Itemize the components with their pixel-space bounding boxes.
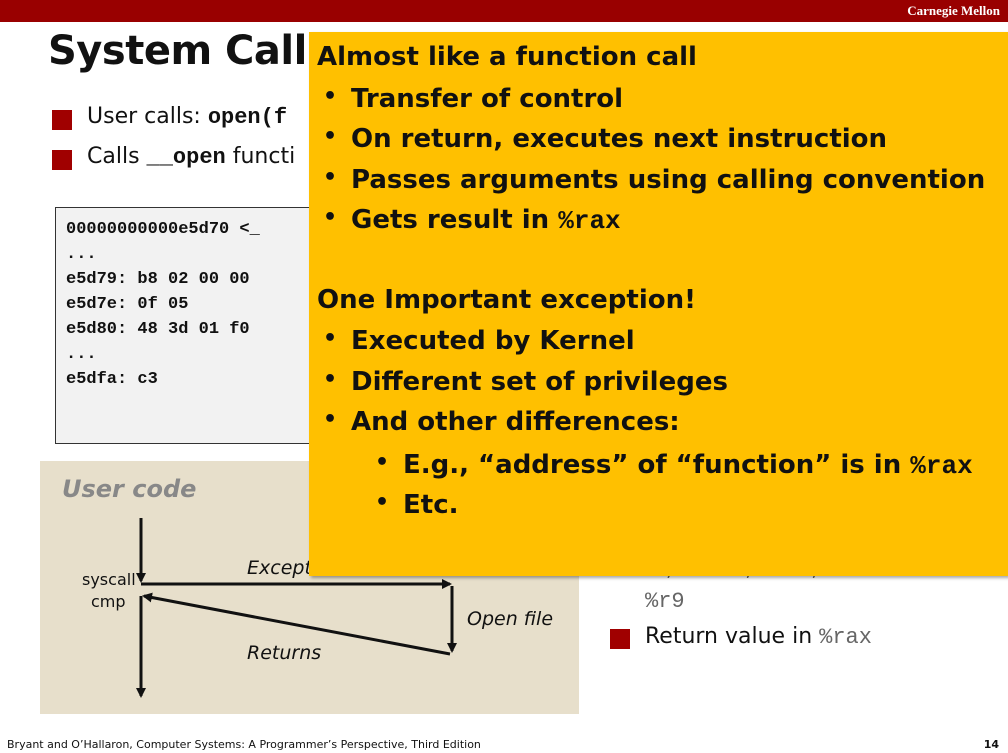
brand-label: Carnegie Mellon: [907, 3, 1000, 18]
bullet-dot-icon: •: [375, 490, 390, 515]
cmp-label: cmp: [91, 592, 126, 611]
bullet-user-calls: User calls: open(f: [87, 104, 287, 130]
bullet-text: User calls:: [87, 104, 208, 129]
bullet-square-icon: [610, 629, 630, 649]
code-line: e5d7e: 0f 05: [66, 295, 189, 314]
callout-item: Transfer of control: [351, 84, 624, 114]
callout-subitem-text: E.g., “address” of “function” is in: [403, 450, 911, 480]
bullet-dot-icon: •: [323, 165, 338, 190]
disassembly-box: 00000000000e5d70 <_ ... e5d79: b8 02 00 …: [55, 207, 327, 444]
callout-heading-exception: One Important exception!: [317, 285, 696, 315]
code-line: ...: [66, 245, 97, 264]
bullet-square-icon: [52, 150, 72, 170]
callout-item-result: Gets result in %rax: [351, 205, 621, 236]
bullet-dot-icon: •: [323, 326, 338, 351]
callout-subitem-address: E.g., “address” of “function” is in %rax: [403, 450, 973, 481]
callout-box: Almost like a function call • Transfer o…: [309, 32, 1008, 576]
callout-item: Different set of privileges: [351, 367, 728, 397]
open-file-label: Open file: [467, 608, 554, 630]
bullet-dot-icon: •: [323, 84, 338, 109]
r9-register: %r9: [645, 589, 685, 614]
rax-code: %rax: [558, 206, 621, 236]
rax-code: %rax: [910, 451, 973, 481]
rax-register: %rax: [819, 625, 872, 650]
callout-item: And other differences:: [351, 407, 680, 437]
callout-item-text: Gets result in: [351, 205, 559, 235]
returns-label: Returns: [247, 642, 322, 664]
return-value-label: Return value in: [645, 624, 820, 649]
callout-heading-function-call: Almost like a function call: [317, 42, 697, 72]
bullet-dot-icon: •: [323, 205, 338, 230]
bullet-code: open(f: [207, 105, 288, 130]
bullet-calls-open: Calls __open functi: [87, 144, 295, 170]
bullet-square-icon: [52, 110, 72, 130]
page-number: 14: [983, 738, 999, 751]
footer-citation: Bryant and O’Hallaron, Computer Systems:…: [7, 738, 481, 751]
top-bar: Carnegie Mellon: [0, 0, 1008, 22]
bullet-dot-icon: •: [375, 450, 390, 475]
bullet-dot-icon: •: [323, 407, 338, 432]
code-line: e5dfa: c3: [66, 370, 158, 389]
return-value-line: Return value in %rax: [645, 624, 872, 650]
callout-item: On return, executes next instruction: [351, 124, 888, 154]
syscall-label: syscall: [82, 570, 136, 589]
callout-item: Executed by Kernel: [351, 326, 635, 356]
code-line: 00000000000e5d70 <_: [66, 220, 260, 239]
bullet-text-tail: functi: [225, 144, 296, 169]
callout-item: Passes arguments using calling conventio…: [351, 165, 986, 195]
callout-subitem: Etc.: [403, 490, 459, 520]
bullet-dot-icon: •: [323, 367, 338, 392]
code-line: ...: [66, 345, 97, 364]
bullet-text: Calls: [87, 144, 147, 169]
slide-title: System Call E: [48, 28, 348, 74]
bullet-dot-icon: •: [323, 124, 338, 149]
code-line: e5d79: b8 02 00 00: [66, 270, 250, 289]
code-line: e5d80: 48 3d 01 f0: [66, 320, 250, 339]
bullet-code: __open: [146, 145, 226, 170]
